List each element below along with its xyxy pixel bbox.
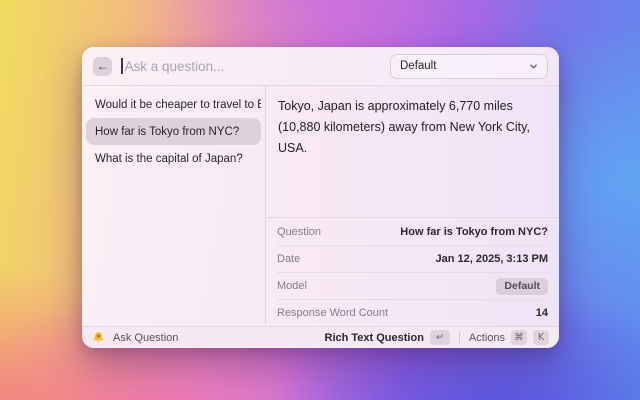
question-list: Would it be cheaper to travel to Euro...… — [82, 86, 265, 326]
command-key-icon: ⌘ — [511, 330, 527, 345]
list-item-question-3[interactable]: What is the capital of Japan? — [86, 145, 261, 172]
model-dropdown[interactable]: Default — [390, 54, 548, 79]
answer-text: Tokyo, Japan is approximately 6,770 mile… — [266, 86, 559, 217]
metadata-row-word-count: Response Word Count 14 — [277, 299, 548, 326]
ask-question-bell-icon — [92, 331, 105, 344]
k-key-icon: K — [533, 330, 549, 345]
footer-bar: Ask Question Rich Text Question ↵ Action… — [82, 327, 559, 348]
metadata-row-date: Date Jan 12, 2025, 3:13 PM — [277, 245, 548, 272]
metadata-value: 14 — [536, 307, 548, 319]
back-button[interactable]: ← — [93, 57, 112, 76]
content-area: Would it be cheaper to travel to Euro...… — [82, 86, 559, 326]
app-window: ← Ask a question... Default Would it be … — [82, 47, 559, 348]
footer-app-label: Ask Question — [113, 332, 178, 344]
metadata-value: Jan 12, 2025, 3:13 PM — [435, 253, 548, 265]
chevron-down-icon — [529, 62, 538, 71]
metadata-row-model: Model Default — [277, 272, 548, 299]
metadata-label: Response Word Count — [277, 307, 388, 319]
question-input[interactable]: Ask a question... — [125, 59, 225, 74]
list-item-question-1[interactable]: Would it be cheaper to travel to Euro... — [86, 91, 261, 118]
text-cursor — [121, 58, 123, 74]
return-key-icon: ↵ — [430, 330, 450, 345]
desktop-background: { "topbar": { "back_icon": "←", "search"… — [0, 0, 640, 400]
metadata-row-question: Question How far is Tokyo from NYC? — [277, 218, 548, 245]
metadata-label: Model — [277, 280, 307, 292]
model-dropdown-value: Default — [400, 60, 436, 72]
metadata-label: Date — [277, 253, 300, 265]
metadata-section: Question How far is Tokyo from NYC? Date… — [266, 218, 559, 326]
top-bar: ← Ask a question... Default — [82, 47, 559, 85]
back-arrow-icon: ← — [97, 60, 109, 72]
metadata-label: Question — [277, 226, 321, 238]
list-item-question-2-selected[interactable]: How far is Tokyo from NYC? — [86, 118, 261, 145]
detail-panel: Tokyo, Japan is approximately 6,770 mile… — [266, 86, 559, 326]
footer-separator — [459, 332, 460, 343]
rich-text-question-action[interactable]: Rich Text Question — [325, 332, 424, 344]
model-badge: Default — [496, 278, 548, 295]
metadata-value: How far is Tokyo from NYC? — [400, 226, 548, 238]
actions-menu-button[interactable]: Actions — [469, 332, 505, 344]
